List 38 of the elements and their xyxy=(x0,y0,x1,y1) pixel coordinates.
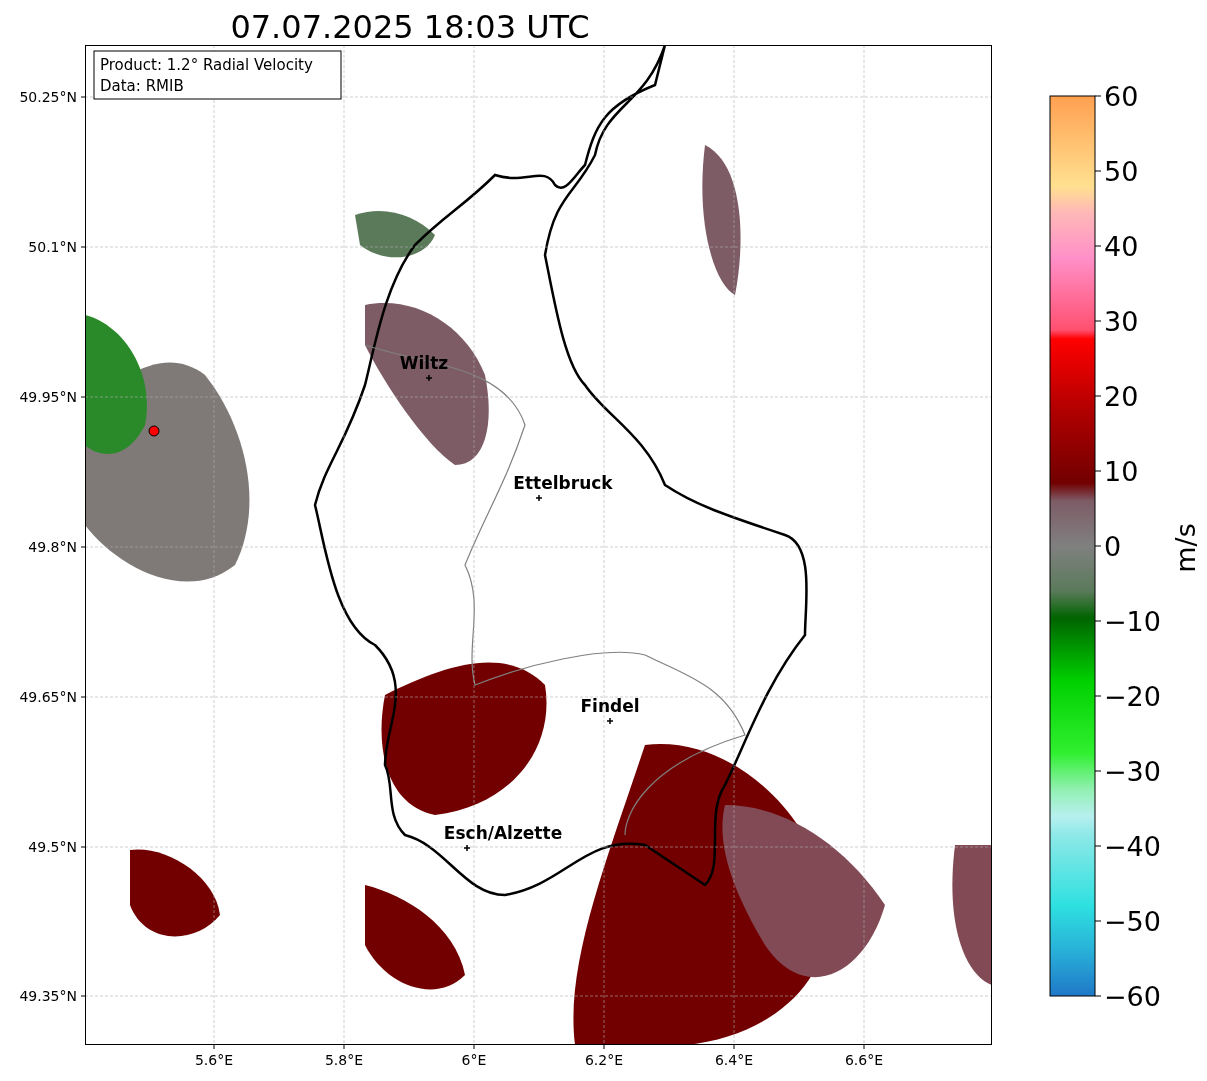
colorbar-tick-label: 40 xyxy=(1104,231,1139,262)
x-tick-label: 6.2°E xyxy=(584,1052,624,1068)
y-tick-label: 49.8°N xyxy=(28,539,77,555)
colorbar-tick-label: 10 xyxy=(1104,456,1139,487)
colorbar-tick-label: −20 xyxy=(1104,681,1161,712)
colorbar-tick-label: −40 xyxy=(1104,831,1161,862)
colorbar-tick-label: 50 xyxy=(1104,156,1139,187)
colorbar-tick-label: 20 xyxy=(1104,381,1139,412)
x-tick-label: 5.8°E xyxy=(324,1052,364,1068)
city-label: Esch/Alzette xyxy=(443,823,563,843)
x-tick-label: 6°E xyxy=(461,1052,487,1068)
city-marker-icon xyxy=(425,374,433,382)
city-marker-icon xyxy=(606,717,614,725)
colorbar-tick-label: −60 xyxy=(1104,981,1161,1012)
colorbar-tick-label: 30 xyxy=(1104,306,1139,337)
y-tick-label: 50.25°N xyxy=(19,89,77,105)
colorbar-tick-label: −30 xyxy=(1104,756,1161,787)
city-label: Ettelbruck xyxy=(513,473,613,493)
city-marker-icon xyxy=(463,844,471,852)
city-label: Findel xyxy=(580,696,640,716)
x-tick-label: 6.4°E xyxy=(714,1052,754,1068)
y-tick-label: 49.5°N xyxy=(28,839,77,855)
y-tick-label: 49.65°N xyxy=(19,689,77,705)
colorbar-tick-label: −10 xyxy=(1104,606,1161,637)
colorbar-tick-label: −50 xyxy=(1104,906,1161,937)
x-tick-label: 5.6°E xyxy=(194,1052,234,1068)
y-tick-label: 50.1°N xyxy=(28,239,77,255)
colorbar-tick-label: 60 xyxy=(1104,81,1139,112)
info-text: Data: RMIB xyxy=(100,77,184,95)
city-marker-icon xyxy=(535,494,543,502)
city-label: Wiltz xyxy=(399,353,449,373)
colorbar-label: m/s xyxy=(1170,523,1201,573)
y-tick-label: 49.35°N xyxy=(19,988,77,1004)
x-tick-label: 6.6°E xyxy=(844,1052,884,1068)
y-tick-label: 49.95°N xyxy=(19,389,77,405)
info-text: Product: 1.2° Radial Velocity xyxy=(100,56,313,74)
chart-title: 07.07.2025 18:03 UTC xyxy=(230,8,590,46)
colorbar-tick-label: 0 xyxy=(1104,531,1122,562)
